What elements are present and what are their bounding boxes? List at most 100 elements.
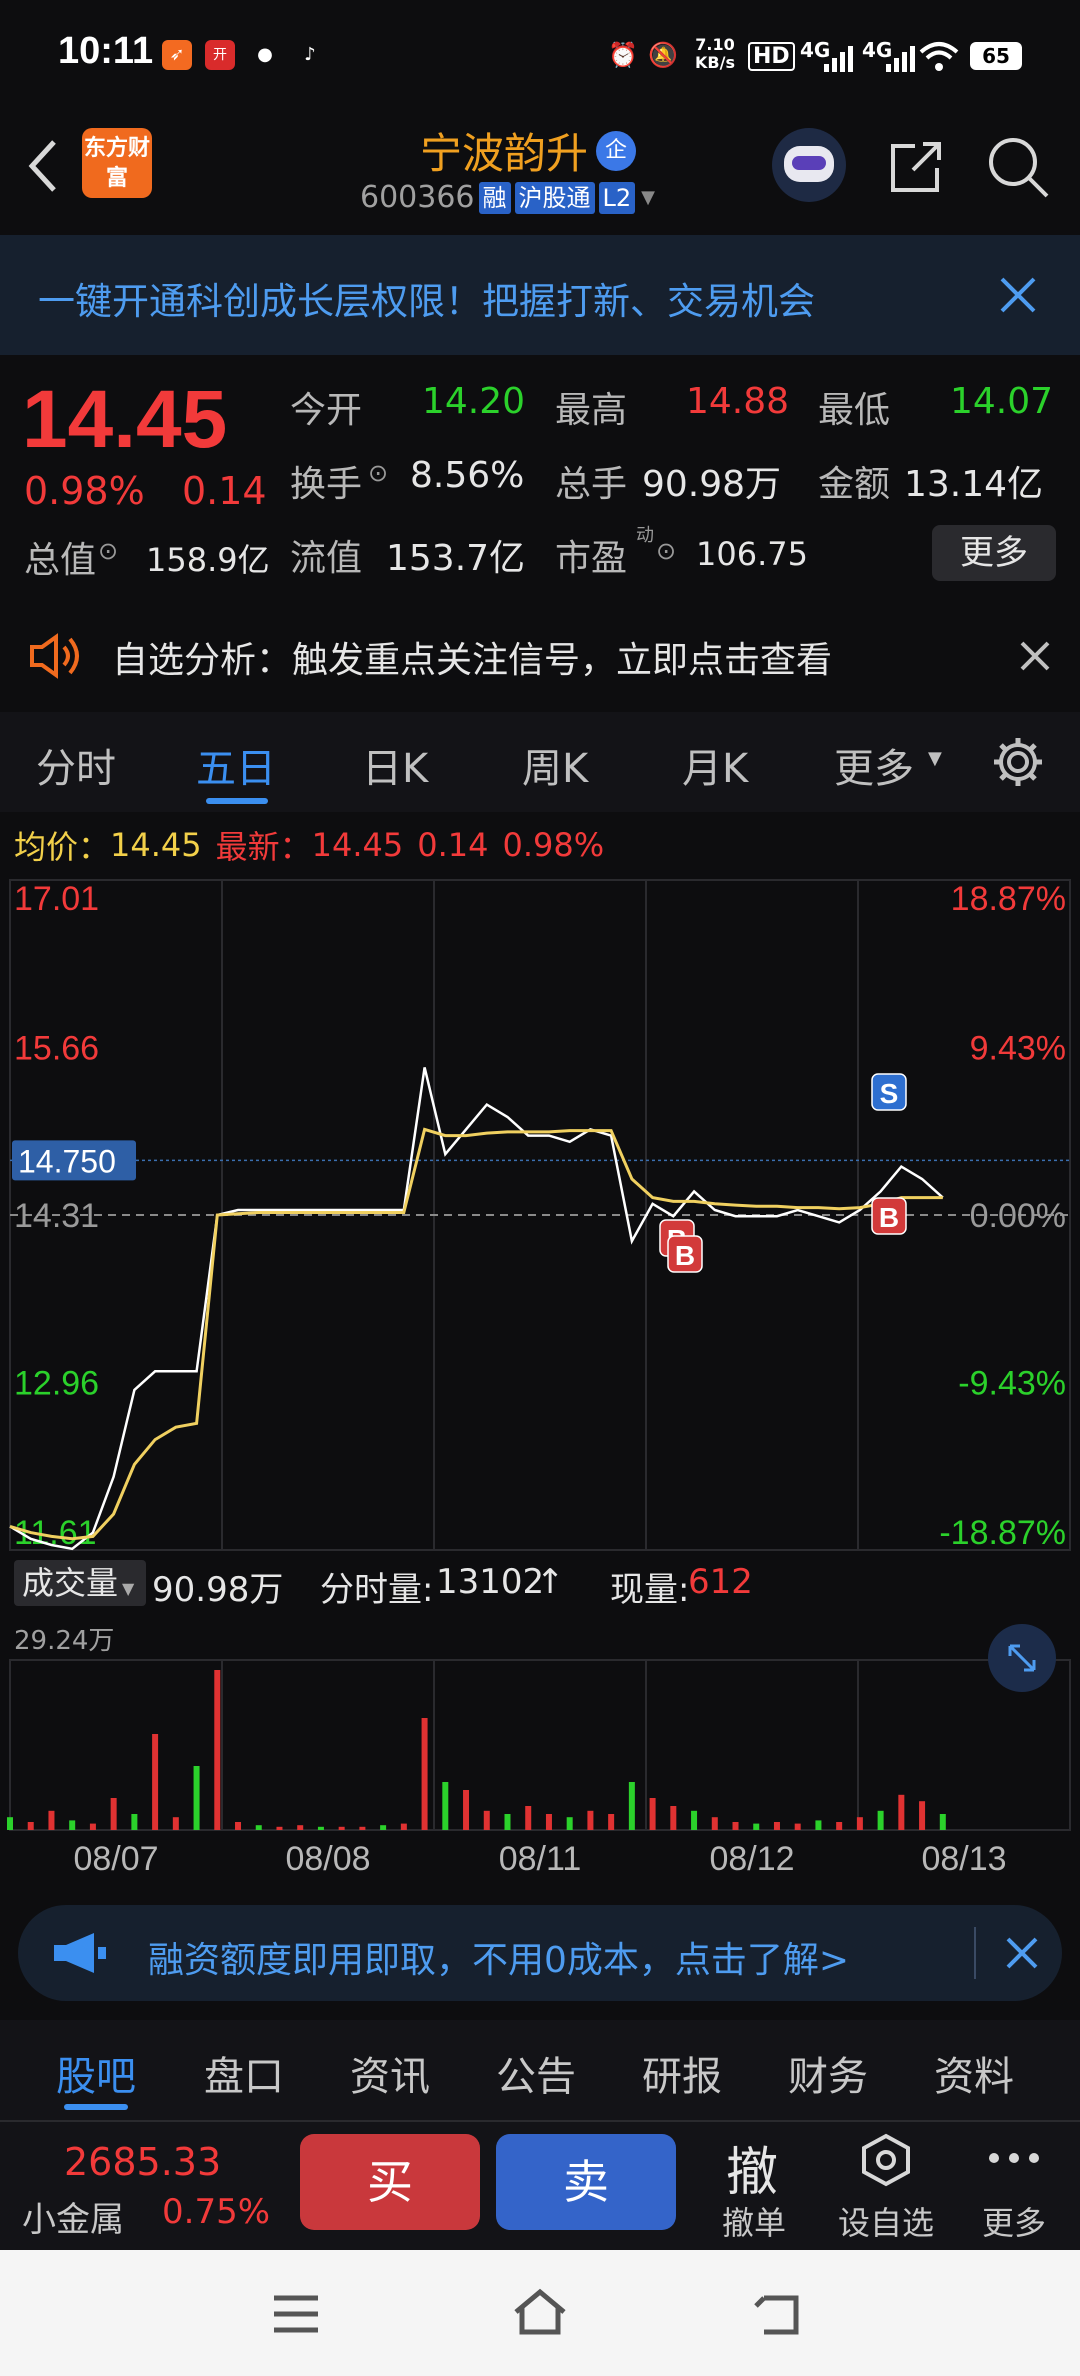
cancel-order-icon[interactable]: 撤 — [726, 2130, 778, 2205]
chevron-left-icon[interactable] — [22, 136, 62, 196]
volume-bar — [131, 1814, 138, 1830]
add-watchlist-label[interactable]: 设自选 — [838, 2198, 934, 2244]
x-axis-label: 08/07 — [73, 1840, 158, 1878]
info-tabs: 股吧 盘口 资讯 公告 研报 财务 资料 — [0, 2020, 1080, 2120]
trade-marker-label: B — [879, 1202, 899, 1233]
latest-value: 14.45 — [311, 826, 404, 864]
current-volume-value: 612 — [688, 1562, 753, 1602]
tab-forum[interactable]: 股吧 — [56, 2044, 136, 2102]
tab-daily-k[interactable]: 日K — [362, 736, 428, 794]
tab-profile[interactable]: 资料 — [934, 2044, 1014, 2102]
stock-code: 600366 — [360, 180, 475, 215]
volume-bar — [732, 1822, 739, 1830]
volume-bar — [255, 1825, 262, 1830]
expand-icon[interactable] — [988, 1624, 1056, 1692]
tab-order-book[interactable]: 盘口 — [204, 2044, 284, 2102]
volume-bar — [504, 1814, 511, 1830]
more-label[interactable]: 更多 — [982, 2198, 1046, 2244]
chart-info-line: 均价： 14.45 最新： 14.45 0.14 0.98% — [14, 822, 604, 868]
tab-more[interactable]: 更多 — [834, 736, 914, 794]
notice-text: 自选分析：触发重点关注信号，立即点击查看 — [112, 640, 833, 681]
wifi-icon — [919, 42, 959, 71]
volume-bar — [628, 1782, 635, 1830]
volume-max-label: 29.24万 — [14, 1626, 115, 1656]
info-icon[interactable]: ⊙ — [368, 459, 388, 487]
tab-weekly-k[interactable]: 周K — [522, 736, 588, 794]
analysis-notice[interactable]: 自选分析：触发重点关注信号，立即点击查看 — [0, 605, 1080, 705]
tag-connect: 沪股通 — [514, 181, 595, 214]
volume-bar — [691, 1810, 698, 1830]
tab-news[interactable]: 资讯 — [350, 2044, 430, 2102]
minute-volume-label: 分时量: — [320, 1570, 434, 1610]
trade-bar: 2685.33 小金属 0.75% 买 卖 撤 撤单 设自选 更多 — [0, 2120, 1080, 2250]
search-icon[interactable] — [985, 134, 1051, 200]
back-icon[interactable] — [752, 2288, 804, 2338]
megaphone-icon — [54, 1933, 106, 1973]
y-axis-label-left: 14.31 — [14, 1197, 99, 1235]
avg-label: 均价： — [14, 828, 111, 866]
five-day-chart[interactable]: 17.01 15.66 14.31 12.96 11.61 18.87% 9.43% 0.00… — [0, 870, 1080, 1880]
tab-financials[interactable]: 财务 — [788, 2044, 868, 2102]
stock-subtitle[interactable]: 600366 融 沪股通 L2 ▼ — [360, 180, 655, 215]
volume-selector-label: 成交量 — [22, 1564, 119, 1602]
series-line-avg — [9, 1127, 943, 1541]
sector-name[interactable]: 小金属 — [22, 2192, 124, 2241]
volume-bar — [193, 1766, 200, 1830]
tab-research[interactable]: 研报 — [642, 2044, 722, 2102]
add-watchlist-icon[interactable] — [858, 2132, 914, 2188]
volume-bar — [525, 1806, 532, 1830]
volume-bar — [380, 1825, 387, 1830]
close-icon[interactable] — [1004, 1935, 1040, 1971]
buy-button[interactable]: 买 — [300, 2134, 480, 2230]
menu-icon[interactable] — [270, 2292, 322, 2336]
y-axis-label-left: 12.96 — [14, 1365, 99, 1403]
volume-bar — [463, 1790, 470, 1830]
volume-bar — [442, 1782, 449, 1830]
more-button[interactable]: 更多 — [932, 525, 1056, 581]
sell-button[interactable]: 卖 — [496, 2134, 676, 2230]
cancel-order-label[interactable]: 撤单 — [722, 2198, 786, 2244]
info-icon[interactable]: ⊙ — [98, 537, 118, 565]
y-axis-label-right: 0.00% — [970, 1197, 1066, 1235]
volume-value: 90.98万 — [642, 464, 782, 505]
status-bar: 10:11 ➶ 开 ● ♪ ⏰ 🔕 7.10 KB/s HD 4G 4G 65 — [0, 0, 1080, 120]
volume-bar — [877, 1810, 884, 1830]
chart-tabs: 分时 五日 日K 周K 月K 更多 ▼ — [0, 712, 1080, 812]
chart-canvas: 17.0115.6614.3112.9611.6118.87%9.43%0.00… — [7, 879, 1071, 1878]
close-icon[interactable] — [1018, 639, 1052, 673]
avg-value: 14.45 — [110, 826, 202, 864]
x-axis-label: 08/11 — [499, 1840, 582, 1878]
volume-bar — [276, 1826, 283, 1830]
tab-announcements[interactable]: 公告 — [496, 2044, 576, 2102]
gear-icon[interactable] — [990, 734, 1046, 790]
close-icon[interactable] — [998, 275, 1038, 315]
amount-value: 13.14亿 — [904, 464, 1044, 505]
mute-icon: 🔕 — [648, 41, 678, 69]
volume-bar — [69, 1820, 76, 1830]
y-axis-label-right: 18.87% — [951, 880, 1066, 918]
stock-header: 东方财富 宁波韵升 企 600366 融 沪股通 L2 ▼ — [0, 120, 1080, 235]
low-label: 最低 — [818, 390, 891, 431]
promo-banner[interactable]: 一键开通科创成长层权限！把握打新、交易机会 — [0, 235, 1080, 355]
tab-intraday[interactable]: 分时 — [36, 736, 116, 794]
info-icon[interactable]: ⊙ — [656, 537, 676, 565]
trade-marker-label: S — [880, 1078, 899, 1109]
robot-assistant-icon[interactable] — [772, 128, 846, 202]
notification-app-icon: 开 — [205, 40, 235, 70]
tab-monthly-k[interactable]: 月K — [682, 736, 748, 794]
sector-index-value[interactable]: 2685.33 — [64, 2140, 221, 2184]
volume-bar — [753, 1823, 760, 1830]
minute-volume-value: 13102 — [436, 1562, 545, 1602]
volume-bar — [7, 1817, 13, 1830]
margin-promo-banner[interactable]: 融资额度即用即取，不用0成本，点击了解> — [18, 1905, 1062, 2001]
volume-selector[interactable]: 成交量 ▼ — [14, 1560, 146, 1606]
volume-bar — [89, 1823, 96, 1830]
change-percent: 0.98% — [24, 469, 145, 513]
hd-badge: HD — [748, 42, 795, 71]
more-dots-icon[interactable] — [986, 2146, 1042, 2170]
home-icon[interactable] — [510, 2286, 570, 2338]
active-tab-indicator — [64, 2104, 128, 2110]
app-logo[interactable]: 东方财富 — [82, 128, 152, 198]
tab-five-day[interactable]: 五日 — [196, 736, 276, 794]
share-icon[interactable] — [885, 136, 947, 198]
